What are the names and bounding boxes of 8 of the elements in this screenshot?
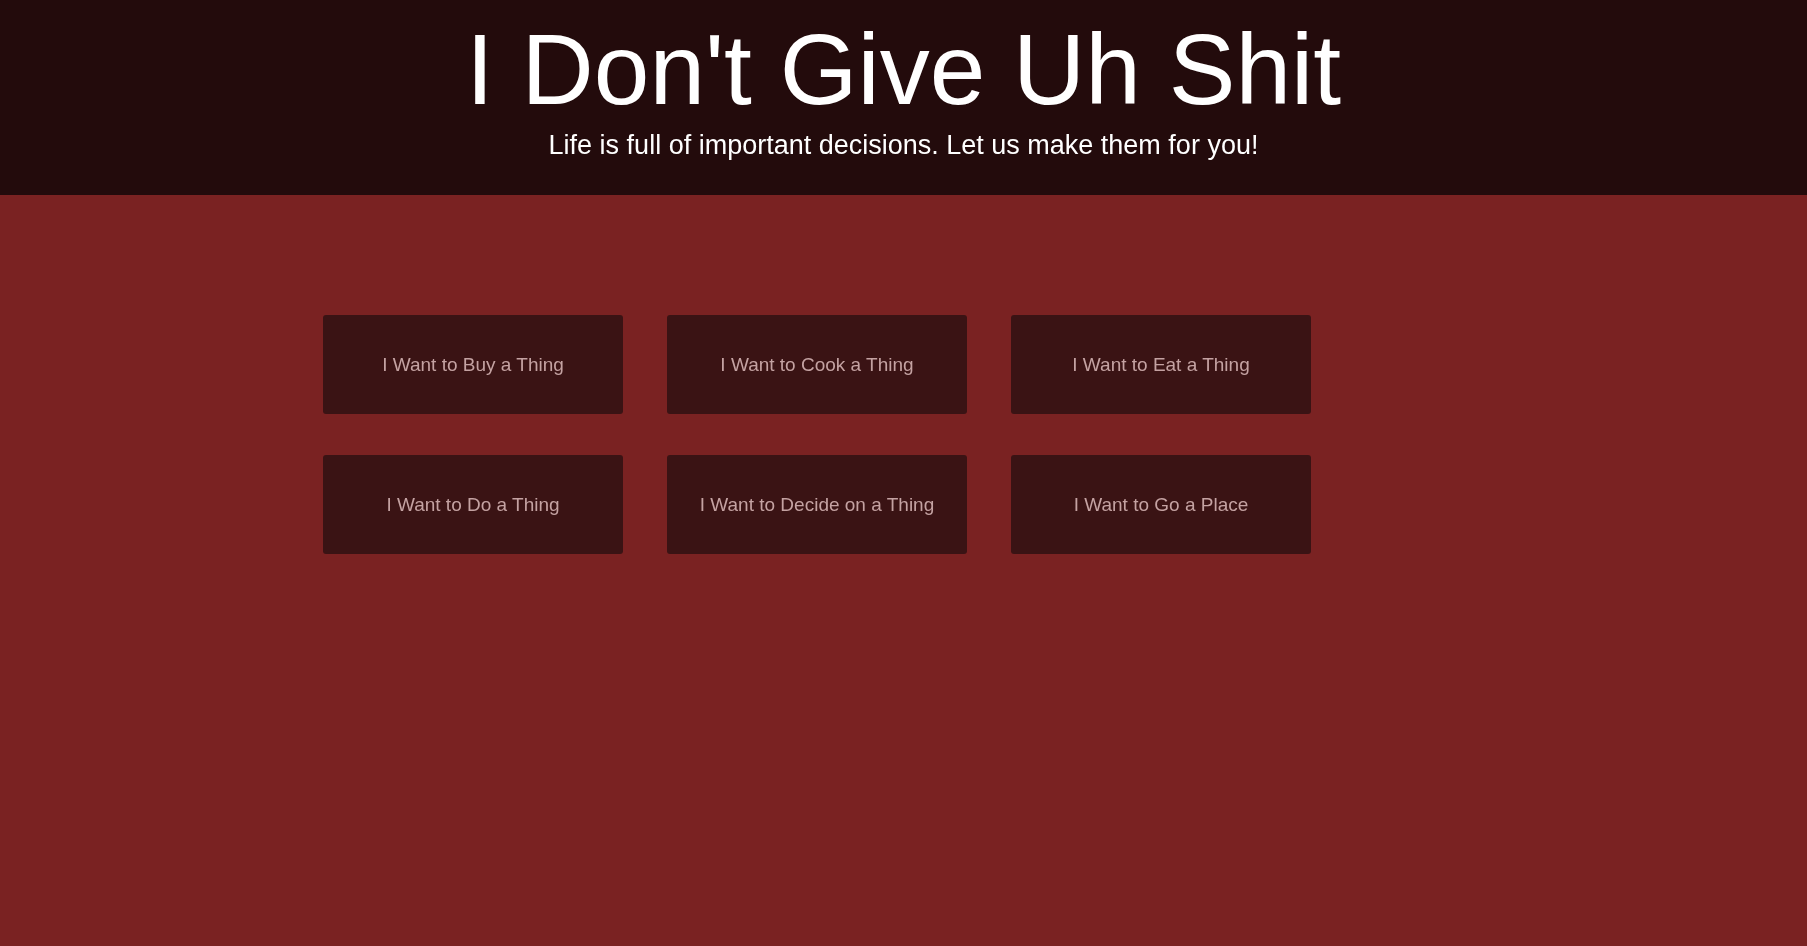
choice-button[interactable]: I Want to Do a Thing: [323, 455, 623, 554]
choice-button[interactable]: I Want to Go a Place: [1011, 455, 1311, 554]
choice-button[interactable]: I Want to Decide on a Thing: [667, 455, 967, 554]
choice-button[interactable]: I Want to Buy a Thing: [323, 315, 623, 414]
choice-button[interactable]: I Want to Cook a Thing: [667, 315, 967, 414]
tagline: Life is full of important decisions. Let us make them for you!: [548, 130, 1259, 161]
site-title: I Don't Give Uh Shit: [466, 14, 1341, 124]
choice-button[interactable]: I Want to Eat a Thing: [1011, 315, 1311, 414]
